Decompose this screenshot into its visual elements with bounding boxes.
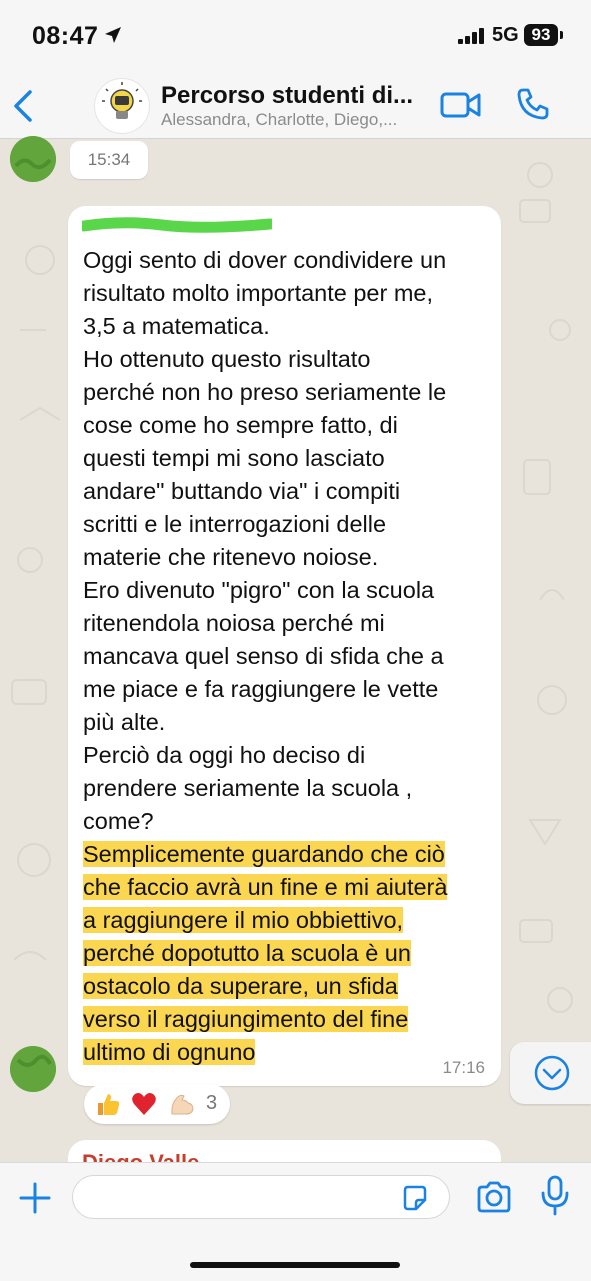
back-chevron-icon[interactable]	[10, 88, 36, 124]
plus-icon[interactable]	[18, 1181, 52, 1215]
location-arrow-icon	[105, 27, 121, 43]
avatar-redacted-icon	[10, 136, 56, 182]
status-time: 08:47	[32, 22, 99, 50]
message-input-box[interactable]	[72, 1175, 450, 1219]
signal-icon	[458, 28, 484, 44]
message-input[interactable]	[87, 1184, 391, 1212]
redacted-sender-name	[82, 217, 272, 233]
flexed-biceps-icon	[168, 1090, 196, 1118]
video-call-icon[interactable]	[440, 90, 482, 120]
lightbulb-logo-icon	[102, 82, 142, 119]
group-title[interactable]: Percorso studenti di...	[161, 82, 421, 110]
avatar[interactable]	[10, 136, 56, 182]
message-time: 17:16	[442, 1058, 485, 1077]
group-avatar[interactable]	[94, 78, 150, 134]
reaction-count: 3	[206, 1092, 218, 1114]
chevron-down-icon	[534, 1055, 570, 1091]
avatar-redacted-icon	[10, 1046, 56, 1092]
scroll-to-bottom-button[interactable]	[510, 1042, 591, 1104]
message-text-plain: Oggi sento di dover condividere un risul…	[83, 247, 447, 834]
heart-icon	[130, 1090, 158, 1118]
chat-header: Percorso studenti di... Alessandra, Char…	[0, 74, 591, 139]
reactions-bar[interactable]: 3	[84, 1084, 230, 1124]
message-text-highlighted: Semplicemente guardando che ciò che facc…	[83, 841, 448, 1065]
camera-icon[interactable]	[475, 1181, 513, 1213]
date-time-pill: 15:34	[70, 141, 148, 179]
avatar[interactable]	[10, 1046, 56, 1092]
phone-icon[interactable]	[515, 86, 551, 122]
microphone-icon[interactable]	[540, 1175, 570, 1217]
status-bar: 08:47 5G 93	[0, 0, 591, 74]
message-text: Oggi sento di dover condividere un risul…	[83, 244, 491, 1069]
network-type: 5G	[492, 24, 519, 46]
thumbs-up-icon	[94, 1090, 122, 1118]
message-bubble[interactable]: Oggi sento di dover condividere un risul…	[68, 206, 501, 1086]
battery-level: 93	[524, 24, 558, 46]
home-indicator	[190, 1262, 400, 1268]
sticker-icon[interactable]	[401, 1184, 429, 1212]
group-members[interactable]: Alessandra, Charlotte, Diego,...	[161, 110, 431, 130]
battery-tip	[560, 31, 563, 39]
